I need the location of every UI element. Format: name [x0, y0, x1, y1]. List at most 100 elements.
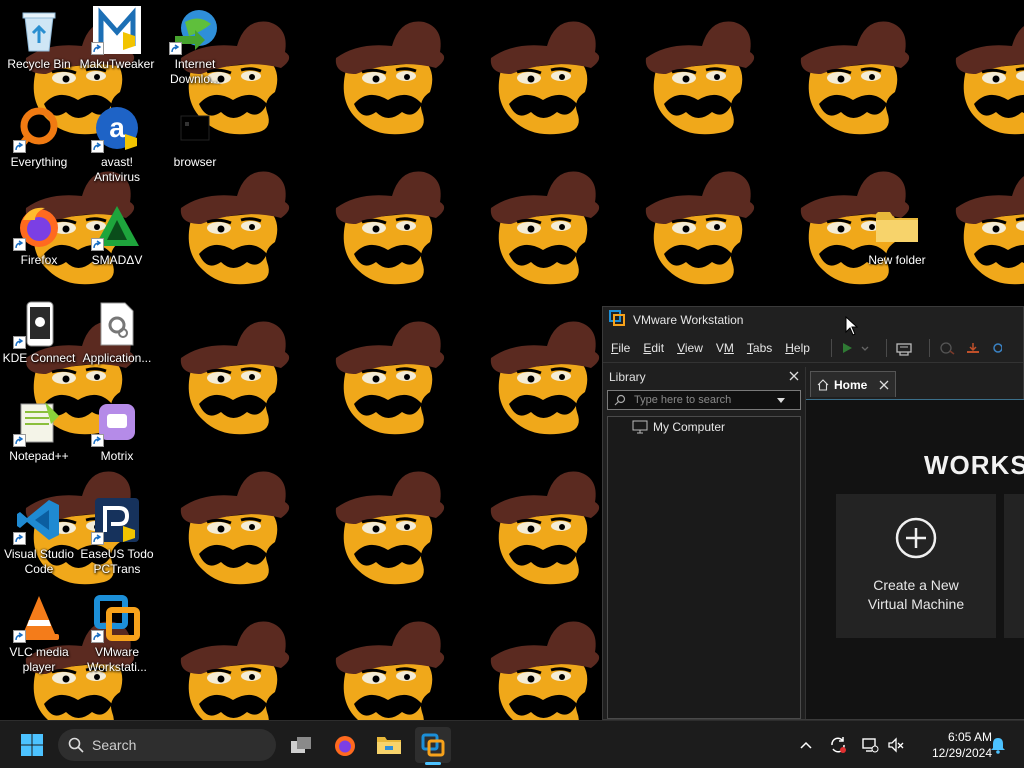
volume-muted-icon: [888, 737, 904, 753]
desktop-icon-firefox[interactable]: Firefox: [1, 202, 77, 268]
desktop-icon-internet-download-manager[interactable]: Internet Downlo...: [157, 6, 233, 87]
clock-time: 6:05 AM: [947, 730, 992, 744]
shortcut-arrow-icon: [13, 630, 26, 643]
show-hidden-icons-button[interactable]: [796, 735, 816, 755]
power-on-button[interactable]: [840, 341, 870, 355]
library-title: Library: [609, 370, 646, 384]
mouse-cursor: [845, 316, 859, 336]
snapshot-manager-icon: [993, 342, 1002, 353]
open-vm-card[interactable]: [1004, 494, 1024, 638]
firefox-icon: [335, 736, 355, 756]
vlc-icon: [13, 594, 63, 643]
desktop-icon-label: EaseUS Todo PCTrans: [80, 547, 154, 576]
folder-icon: [377, 737, 401, 754]
menu-view[interactable]: View: [677, 341, 703, 355]
desktop-icon-label: Notepad++: [9, 449, 69, 463]
desktop-icon-makutweaker[interactable]: MakuTweaker: [79, 6, 155, 72]
smadav-icon: [91, 202, 141, 251]
tree-item-my-computer[interactable]: My Computer: [632, 420, 800, 434]
revert-snapshot-button[interactable]: [964, 340, 982, 356]
tray-volume-button[interactable]: [886, 735, 906, 755]
home-panel: WORKS Create a New Virtual Machine: [806, 399, 1024, 719]
chevron-down-icon: [777, 398, 785, 403]
folder-icon: [873, 202, 921, 250]
snapshot-button[interactable]: [938, 340, 956, 356]
desktop-icon-application[interactable]: Application...: [79, 300, 155, 366]
library-close-button[interactable]: [789, 370, 799, 384]
tab-close-button[interactable]: [879, 380, 889, 390]
vscode-icon: [13, 496, 63, 545]
taskbar: Search 6:05 AM 12/29/2024: [0, 720, 1024, 768]
taskbar-file-explorer[interactable]: [371, 727, 407, 763]
desktop-icon-vmware[interactable]: VMware Workstati...: [79, 594, 155, 675]
shortcut-arrow-icon: [91, 630, 104, 643]
taskbar-search[interactable]: Search: [58, 729, 276, 761]
sync-icon: [831, 737, 846, 753]
revert-icon: [966, 342, 979, 353]
menu-toolbar: File Edit View VM Tabs Help: [603, 333, 1023, 363]
library-search-input[interactable]: [634, 394, 774, 406]
create-new-vm-label: Create a New Virtual Machine: [867, 577, 965, 612]
desktop-icon-recycle-bin[interactable]: Recycle Bin: [1, 6, 77, 72]
close-icon: [879, 380, 889, 389]
desktop-icon-label: VMware Workstati...: [87, 645, 147, 674]
avast-icon: a: [91, 104, 141, 153]
bell-icon: [991, 738, 1005, 754]
taskbar-firefox[interactable]: [327, 727, 363, 763]
recycle-bin-icon: [15, 6, 63, 54]
shortcut-arrow-icon: [91, 140, 104, 153]
menu-tabs[interactable]: Tabs: [747, 341, 772, 355]
desktop-icon-vscode[interactable]: Visual Studio Code: [1, 496, 77, 577]
desktop-icon-vlc[interactable]: VLC media player: [1, 594, 77, 675]
browser-icon: [171, 104, 219, 152]
menu-vm[interactable]: VM: [716, 341, 734, 355]
snapshot-manager-button[interactable]: [990, 340, 1002, 356]
snapshot-icon: [940, 341, 955, 355]
motrix-icon: [91, 398, 141, 447]
computer-icon: [632, 420, 648, 434]
shortcut-arrow-icon: [91, 238, 104, 251]
taskbar-clock[interactable]: 6:05 AM 12/29/2024: [916, 729, 992, 761]
vmware-window[interactable]: VMware Workstation File Edit View VM Tab…: [602, 306, 1024, 720]
desktop-icon-motrix[interactable]: Motrix: [79, 398, 155, 464]
desktop-icon-kde-connect[interactable]: KDE Connect: [1, 300, 77, 366]
chevron-down-icon: [861, 346, 869, 351]
desktop-icon-label: Everything: [10, 155, 68, 169]
send-keys-button[interactable]: [895, 340, 913, 356]
menu-edit[interactable]: Edit: [643, 341, 664, 355]
task-view-button[interactable]: [283, 727, 319, 763]
tab-home[interactable]: Home: [810, 371, 896, 397]
desktop-icon-label: browser: [173, 155, 217, 169]
desktop-icon-label: MakuTweaker: [79, 57, 155, 71]
tray-network-button[interactable]: [860, 735, 880, 755]
easeus-icon: [91, 496, 141, 545]
desktop-icon-smadav[interactable]: SMADΔV: [79, 202, 155, 268]
desktop-icon-easeus-pctrans[interactable]: EaseUS Todo PCTrans: [79, 496, 155, 577]
taskbar-vmware[interactable]: [415, 727, 451, 765]
svg-text:a: a: [109, 112, 125, 143]
desktop-icon-notepadpp[interactable]: Notepad++: [1, 398, 77, 464]
shortcut-arrow-icon: [13, 238, 26, 251]
tray-sync-icon-button[interactable]: [828, 735, 848, 755]
play-icon: [842, 342, 852, 353]
firefox-icon: [13, 202, 63, 251]
vmware-icon: [91, 594, 141, 643]
menu-file[interactable]: File: [611, 341, 630, 355]
menu-help[interactable]: Help: [785, 341, 810, 355]
library-header: Library: [607, 367, 801, 387]
library-search-box[interactable]: [607, 390, 801, 410]
create-new-vm-button[interactable]: Create a New Virtual Machine: [836, 494, 996, 638]
desktop-icon-new-folder[interactable]: New folder: [859, 202, 935, 268]
windows-logo-icon: [21, 734, 43, 756]
window-title: VMware Workstation: [633, 313, 744, 327]
start-button[interactable]: [14, 727, 50, 763]
application-icon: [93, 300, 141, 348]
desktop-icon-browser[interactable]: browser: [157, 104, 233, 170]
desktop-icon-avast[interactable]: a avast! Antivirus: [79, 104, 155, 185]
window-titlebar[interactable]: VMware Workstation: [603, 307, 1023, 333]
plus-circle-icon: [895, 517, 937, 559]
notepadpp-icon: [13, 398, 63, 447]
shortcut-arrow-icon: [91, 434, 104, 447]
notifications-button[interactable]: [988, 735, 1008, 755]
desktop-icon-everything[interactable]: Everything: [1, 104, 77, 170]
